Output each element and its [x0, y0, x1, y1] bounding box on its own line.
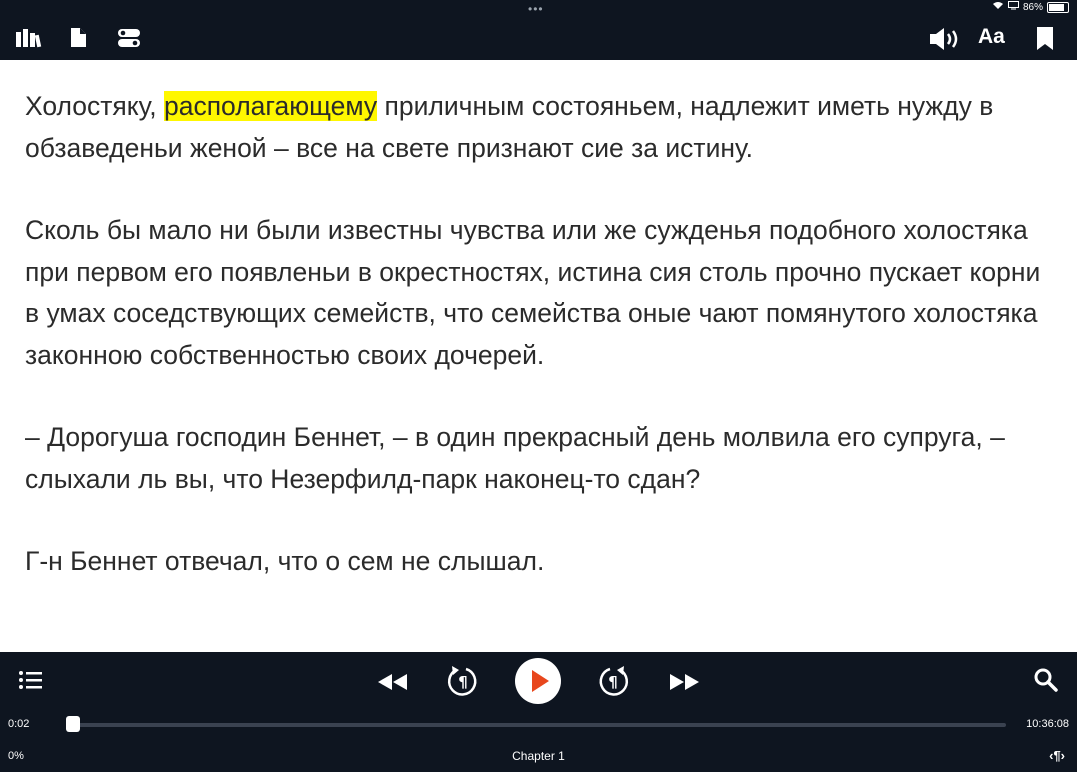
- rewind-icon[interactable]: [376, 670, 410, 699]
- progress-track[interactable]: [66, 723, 1006, 727]
- top-toolbar: ••• 86% Aa: [0, 0, 1077, 60]
- total-time: 10:36:08: [1026, 718, 1069, 730]
- search-icon[interactable]: [1032, 666, 1060, 699]
- paragraph-2: Сколь бы мало ни были известны чувства и…: [25, 215, 1041, 370]
- progress-thumb[interactable]: [66, 716, 80, 732]
- battery-icon: [1047, 1, 1069, 13]
- previous-paragraph-icon[interactable]: ¶: [446, 664, 480, 703]
- next-paragraph-icon[interactable]: ¶: [596, 664, 630, 703]
- fast-forward-icon[interactable]: [667, 670, 701, 699]
- paragraph-1: Холостяку, располагающему приличным сост…: [25, 86, 1060, 169]
- elapsed-time: 0:02: [8, 718, 30, 730]
- play-button[interactable]: [515, 658, 561, 704]
- multitask-dots[interactable]: •••: [528, 2, 544, 16]
- bookmark-icon[interactable]: [1033, 24, 1063, 54]
- document-icon[interactable]: [68, 24, 98, 54]
- battery-fill: [1049, 3, 1065, 11]
- paragraph-4: Г-н Беннет отвечал, что о сем не слышал.: [25, 546, 545, 576]
- toggle-icon[interactable]: [116, 24, 146, 54]
- speaker-icon[interactable]: [928, 24, 958, 54]
- paragraph-1-start: Холостяку,: [25, 91, 164, 121]
- screen-mirror-icon: [1007, 1, 1019, 13]
- battery-percent: 86%: [1022, 1, 1043, 13]
- svg-text:¶: ¶: [608, 673, 618, 691]
- svg-text:¶: ¶: [458, 673, 468, 691]
- font-settings-button[interactable]: Aa: [978, 25, 1018, 55]
- audio-player-bar: ¶ ¶ 0:02 10:36:08 0% Chapter 1 ‹¶›: [0, 652, 1077, 772]
- book-text: Холостяку, располагающему приличным сост…: [25, 86, 1060, 624]
- wifi-icon: [992, 1, 1004, 13]
- list-menu-icon[interactable]: [18, 668, 46, 697]
- paragraph-3: – Дорогуша господин Беннет, – в один пре…: [25, 422, 1005, 494]
- paragraph-nav-button[interactable]: ‹¶›: [1049, 748, 1065, 763]
- highlighted-word[interactable]: располагающему: [163, 91, 378, 121]
- status-bar: 86%: [992, 1, 1069, 13]
- chapter-title[interactable]: Chapter 1: [0, 749, 1077, 763]
- library-icon[interactable]: [14, 24, 44, 54]
